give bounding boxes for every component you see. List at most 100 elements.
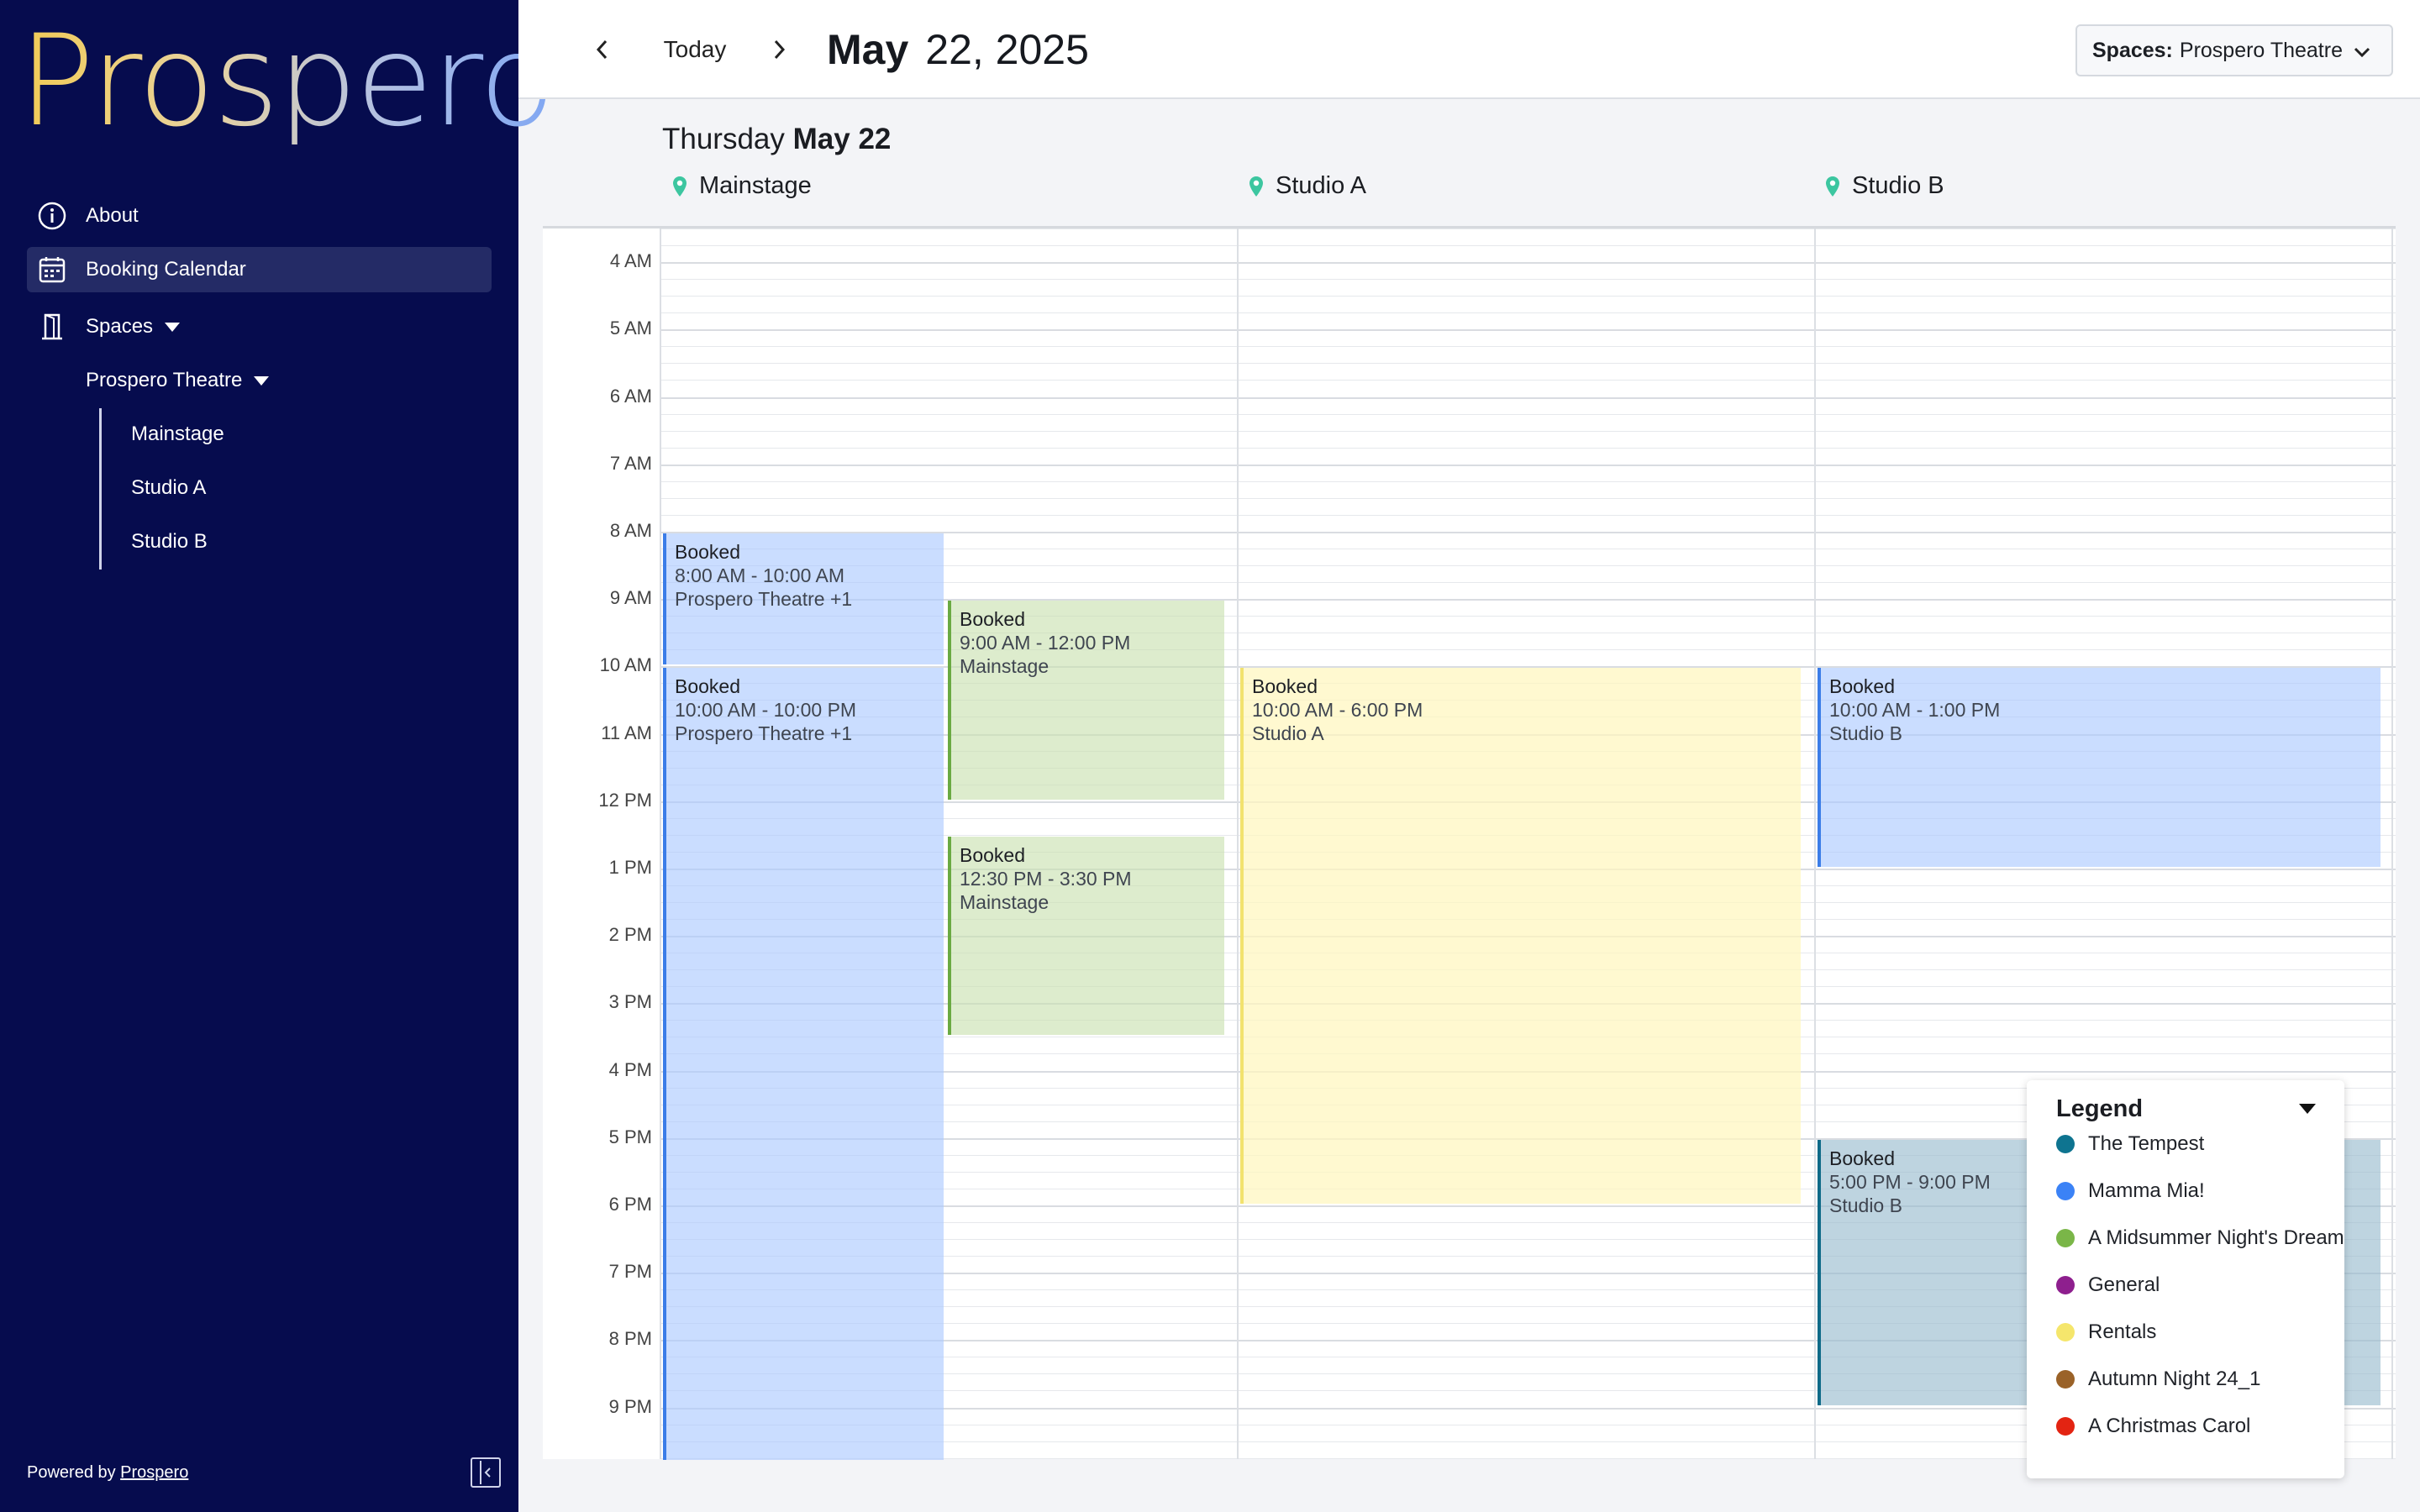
event-place: Mainstage bbox=[960, 890, 1050, 913]
quarter-line bbox=[660, 380, 2396, 381]
legend-item: A Midsummer Night's Dream bbox=[2056, 1226, 2344, 1250]
collapse-sidebar-button[interactable] bbox=[471, 1457, 501, 1488]
sidebar-group-label: Prospero Theatre bbox=[86, 369, 243, 391]
event-time: 10:00 AM - 1:00 PM bbox=[1829, 699, 2001, 722]
quarter-line bbox=[660, 228, 2396, 229]
calendar-header: Today May 22, 2025 Spaces: Prospero Theat… bbox=[518, 0, 2420, 99]
booking-event[interactable]: Booked 8:00 AM - 10:00 AM Prospero Theatre… bbox=[663, 533, 944, 665]
legend-swatch bbox=[2056, 1323, 2075, 1341]
sidebar-subitem-mainstage[interactable]: Mainstage bbox=[131, 423, 224, 446]
hour-line bbox=[660, 262, 2396, 265]
prospero-logo[interactable]: Prospero bbox=[18, 18, 556, 144]
legend-item: The Tempest bbox=[2056, 1132, 2204, 1156]
date-day-year: 22, 2025 bbox=[925, 26, 1089, 73]
event-title: Booked bbox=[960, 843, 1026, 866]
chevron-right-icon bbox=[774, 39, 786, 60]
spaces-select-value: Prospero Theatre bbox=[2179, 38, 2343, 62]
spaces-select[interactable]: Spaces: Prospero Theatre bbox=[2075, 24, 2393, 76]
door-icon bbox=[37, 312, 67, 342]
chevron-left-icon bbox=[596, 39, 608, 60]
legend-swatch bbox=[2056, 1370, 2075, 1389]
tree-line bbox=[99, 408, 102, 570]
column-name: Mainstage bbox=[699, 172, 812, 199]
chevron-down-icon[interactable] bbox=[2299, 1104, 2316, 1114]
event-title: Booked bbox=[675, 675, 741, 698]
time-label: 7 AM bbox=[609, 452, 652, 474]
event-time: 12:30 PM - 3:30 PM bbox=[960, 867, 1132, 890]
location-pin-icon bbox=[1826, 176, 1839, 197]
sidebar-subitem-studio-b[interactable]: Studio B bbox=[131, 530, 208, 554]
event-title: Booked bbox=[675, 540, 741, 563]
event-place: Studio A bbox=[1252, 722, 1324, 745]
event-place: Studio B bbox=[1829, 722, 1902, 745]
booking-event[interactable]: Booked 10:00 AM - 10:00 PM Prospero Theatr… bbox=[663, 668, 944, 1460]
time-label: 6 PM bbox=[608, 1193, 652, 1215]
quarter-line bbox=[660, 514, 2396, 516]
hour-line bbox=[660, 396, 2396, 399]
quarter-line bbox=[660, 413, 2396, 415]
legend-swatch bbox=[2056, 1276, 2075, 1294]
hour-line bbox=[660, 464, 2396, 466]
event-title: Booked bbox=[1252, 675, 1318, 698]
sidebar-item-label: Booking Calendar bbox=[86, 258, 246, 281]
collapse-icon bbox=[480, 1461, 491, 1484]
quarter-line bbox=[660, 480, 2396, 482]
spaces-select-label: Spaces: bbox=[2092, 38, 2173, 62]
column-divider bbox=[1237, 228, 1239, 1459]
sidebar-subitem-studio-a[interactable]: Studio A bbox=[131, 476, 206, 500]
event-title: Booked bbox=[1829, 675, 1896, 698]
time-label: 11 AM bbox=[601, 722, 652, 743]
calendar-icon bbox=[37, 255, 67, 285]
column-name: Studio B bbox=[1852, 172, 1944, 199]
day-date: May 22 bbox=[792, 123, 892, 155]
legend-item: Mamma Mia! bbox=[2056, 1179, 2205, 1203]
quarter-line bbox=[660, 312, 2396, 314]
time-label: 9 PM bbox=[608, 1395, 652, 1417]
today-button[interactable]: Today bbox=[636, 29, 754, 71]
time-label: 1 PM bbox=[608, 856, 652, 878]
legend-item: Rentals bbox=[2056, 1320, 2156, 1344]
column-divider bbox=[660, 228, 661, 1459]
legend-label: A Christmas Carol bbox=[2088, 1415, 2251, 1437]
event-place: Prospero Theatre +1 bbox=[675, 587, 853, 610]
column-name: Studio A bbox=[1276, 172, 1367, 199]
next-day-button[interactable] bbox=[762, 29, 796, 71]
legend-item: A Christmas Carol bbox=[2056, 1415, 2250, 1438]
sidebar-item-prospero-theatre[interactable]: Prospero Theatre bbox=[76, 358, 492, 403]
event-time: 9:00 AM - 12:00 PM bbox=[960, 632, 1131, 654]
event-place: Mainstage bbox=[960, 655, 1050, 678]
chevron-down-icon[interactable] bbox=[165, 322, 181, 332]
booking-event[interactable]: Booked 10:00 AM - 6:00 PM Studio A bbox=[1240, 668, 1801, 1204]
sidebar-item-about[interactable]: About bbox=[27, 193, 492, 239]
booking-event[interactable]: Booked 12:30 PM - 3:30 PM Mainstage bbox=[948, 836, 1224, 1036]
location-pin-icon bbox=[673, 176, 687, 197]
column-header-mainstage: Mainstage bbox=[672, 172, 812, 200]
chevron-down-icon[interactable] bbox=[254, 375, 270, 386]
booking-event[interactable]: Booked 10:00 AM - 1:00 PM Studio B bbox=[1818, 668, 2381, 867]
quarter-line bbox=[660, 346, 2396, 348]
quarter-line bbox=[660, 363, 2396, 365]
legend-swatch bbox=[2056, 1182, 2075, 1200]
time-label: 4 PM bbox=[608, 1058, 652, 1080]
sidebar: Prospero About Booking Calendar Spaces P… bbox=[0, 0, 556, 1512]
legend-label: A Midsummer Night's Dream bbox=[2088, 1226, 2344, 1249]
column-divider bbox=[1814, 228, 1816, 1459]
booking-event[interactable]: Booked 9:00 AM - 12:00 PM Mainstage bbox=[948, 601, 1224, 800]
column-header-studio-b: Studio B bbox=[1825, 172, 1944, 200]
sidebar-item-spaces[interactable]: Spaces bbox=[27, 304, 492, 349]
quarter-line bbox=[660, 245, 2396, 247]
legend-label: Autumn Night 24_1 bbox=[2088, 1368, 2261, 1390]
legend-swatch bbox=[2056, 1229, 2075, 1247]
prev-day-button[interactable] bbox=[586, 29, 619, 71]
prospero-link[interactable]: Prospero bbox=[120, 1463, 188, 1482]
legend-item: Autumn Night 24_1 bbox=[2056, 1368, 2260, 1391]
time-label: 5 PM bbox=[608, 1126, 652, 1147]
time-label: 7 PM bbox=[608, 1261, 652, 1283]
sidebar-item-booking-calendar[interactable]: Booking Calendar bbox=[27, 247, 492, 292]
time-label: 5 AM bbox=[609, 318, 652, 339]
date-month: May bbox=[827, 26, 909, 73]
event-time: 8:00 AM - 10:00 AM bbox=[675, 564, 845, 586]
quarter-line bbox=[660, 447, 2396, 449]
time-label: 10 AM bbox=[599, 654, 652, 676]
column-divider bbox=[2391, 228, 2393, 1459]
